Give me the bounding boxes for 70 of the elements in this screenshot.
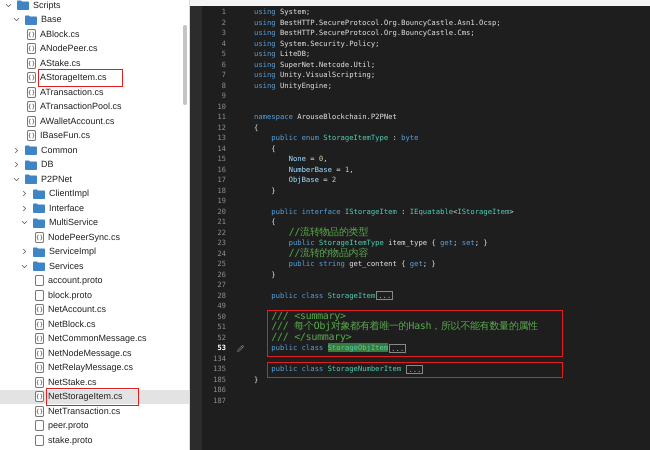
code-file-icon — [27, 116, 36, 127]
folder-item[interactable]: Common — [0, 143, 189, 158]
code-file-icon — [35, 333, 44, 344]
folder-icon — [25, 14, 37, 25]
folder-icon — [33, 218, 45, 228]
code-file-icon — [35, 362, 44, 374]
code-file-icon — [27, 86, 36, 98]
pencil-icon — [236, 344, 244, 352]
code-line: //流转的物品内容 — [288, 248, 368, 259]
folder-icon — [33, 246, 45, 257]
code-line: //流转物品的类型 — [288, 228, 368, 238]
code-file-icon — [27, 58, 36, 69]
code-file-icon — [35, 304, 44, 316]
file-item[interactable]: NetTransaction.cs — [0, 404, 189, 418]
code-file-icon — [27, 101, 36, 112]
code-file-icon — [27, 43, 36, 54]
file-item[interactable]: AStorageItem.cs — [0, 70, 189, 85]
file-item[interactable]: NodePeerSync.cs — [0, 230, 189, 244]
file-item[interactable]: NetAccount.cs — [0, 302, 189, 317]
file-item[interactable]: AWalletAccount.cs — [0, 114, 189, 128]
file-item[interactable]: NetBlock.cs — [0, 317, 189, 332]
code-line: /// </summary> — [270, 332, 352, 343]
file-item[interactable]: ATransactionPool.cs — [0, 100, 189, 114]
folder-item[interactable]: Scripts — [0, 0, 189, 12]
file-item[interactable]: account.proto — [0, 274, 189, 288]
file-item[interactable]: ABlock.cs — [0, 27, 189, 42]
folder-item[interactable]: Base — [0, 12, 189, 27]
folder-item[interactable]: Interface — [0, 201, 189, 216]
file-item[interactable]: NetStorageItem.cs — [0, 390, 189, 404]
folder-item[interactable]: Services — [0, 259, 189, 274]
folder-item[interactable]: DB — [0, 158, 189, 172]
code-file-icon — [35, 318, 44, 330]
file-item[interactable]: NetRelayMessage.cs — [0, 360, 189, 375]
folder-icon — [17, 0, 29, 10]
chevron-right-icon — [20, 247, 29, 256]
folder-icon — [33, 261, 45, 272]
code-file-icon — [27, 130, 36, 142]
folder-icon — [25, 145, 37, 156]
blank-file-icon — [35, 434, 44, 446]
folder-icon — [33, 188, 45, 199]
code-file-icon — [35, 376, 44, 388]
blank-file-icon — [35, 275, 44, 286]
code-file-icon — [35, 406, 44, 417]
folder-item[interactable]: P2PNet — [0, 172, 189, 186]
file-item[interactable]: ATransaction.cs — [0, 85, 189, 100]
folder-icon — [25, 174, 37, 184]
code-file-icon — [35, 391, 44, 402]
file-item[interactable]: NetNodeMessage.cs — [0, 346, 189, 360]
file-item[interactable]: stake.proto — [0, 433, 189, 448]
code-file-icon — [35, 348, 44, 359]
file-item[interactable]: IBaseFun.cs — [0, 128, 189, 143]
file-item[interactable]: NetStake.cs — [0, 375, 189, 390]
code-line: /// <summary> — [270, 312, 346, 322]
scrollbar[interactable] — [183, 25, 187, 105]
file-item[interactable]: block.proto — [0, 288, 189, 302]
file-item[interactable]: peer.proto — [0, 418, 189, 433]
code-file-icon — [35, 232, 44, 243]
folder-icon — [25, 160, 37, 170]
blank-file-icon — [35, 420, 44, 432]
folder-item[interactable]: ClientImpl — [0, 186, 189, 201]
file-item[interactable]: ANodePeer.cs — [0, 42, 189, 56]
code-file-icon — [27, 72, 36, 84]
folder-icon — [33, 203, 45, 214]
file-item[interactable]: AStake.cs — [0, 56, 189, 70]
code-line: /// 每个Obj对象都有着唯一的Hash，所以不能有数量的属性 — [270, 322, 538, 332]
code-file-icon — [27, 28, 36, 40]
folder-item[interactable]: MultiService — [0, 216, 189, 230]
file-item[interactable]: NetCommonMessage.cs — [0, 332, 189, 346]
blank-file-icon — [35, 290, 44, 301]
folder-item[interactable]: ServiceImpl — [0, 244, 189, 259]
